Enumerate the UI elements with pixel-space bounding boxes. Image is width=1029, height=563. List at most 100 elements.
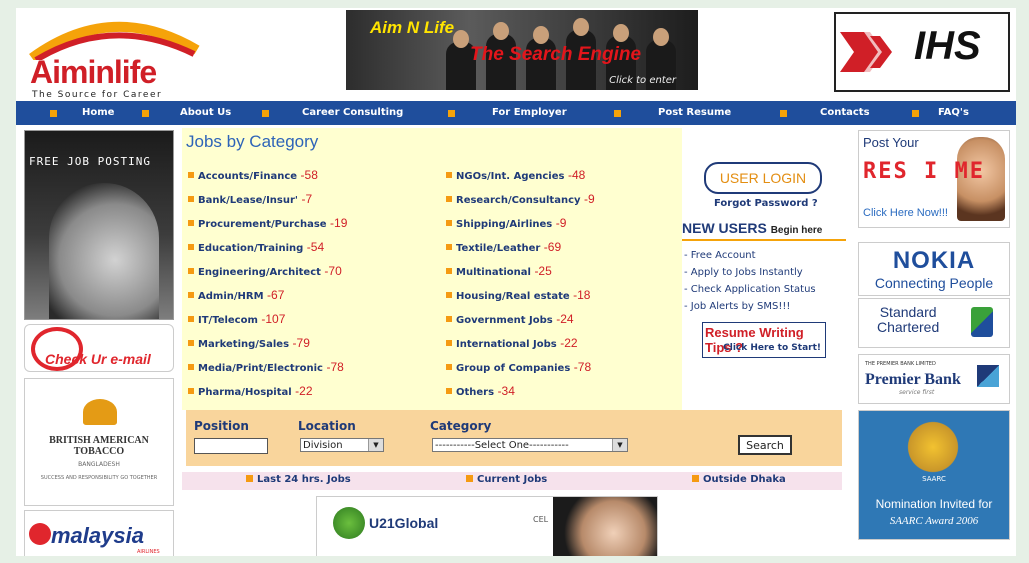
outside-dhaka-link[interactable]: Outside Dhaka (692, 474, 786, 485)
category-link[interactable]: Education/Training -54 (188, 240, 324, 254)
category-link[interactable]: IT/Telecom -107 (188, 312, 285, 326)
category-label: Category (430, 419, 492, 433)
category-select[interactable]: -----------Select One----------- ▼ (432, 438, 628, 452)
bat-ad[interactable]: BRITISH AMERICAN TOBACCO BANGLADESH SUCC… (24, 378, 174, 506)
banner-head (613, 24, 629, 42)
logo-tagline: The Source for Career (32, 90, 163, 100)
premier-bank-ad[interactable]: THE PREMIER BANK LIMITED Premier Bank se… (858, 354, 1010, 404)
nav-bullet-icon (780, 110, 787, 117)
bullet-icon (188, 292, 194, 298)
category-link[interactable]: NGOs/Int. Agencies -48 (446, 168, 585, 182)
category-link[interactable]: Engineering/Architect -70 (188, 264, 342, 278)
position-input[interactable] (194, 438, 268, 454)
category-count: -70 (324, 264, 342, 278)
category-count: -19 (330, 216, 348, 230)
bullet-icon (446, 172, 452, 178)
bullet-icon (188, 268, 194, 274)
bullet-icon (446, 388, 452, 394)
new-user-item[interactable]: - Apply to Jobs Instantly (684, 267, 803, 278)
nav-bullet-icon (142, 110, 149, 117)
left-column: FREE JOB POSTING Check Ur e-mail BRITISH… (24, 130, 174, 556)
category-name: Engineering/Architect (198, 267, 321, 278)
premier-bank-text: Premier Bank (865, 371, 961, 388)
dropdown-arrow-icon: ▼ (612, 439, 627, 451)
globe-icon (333, 507, 365, 539)
search-button[interactable]: Search (738, 435, 792, 455)
category-link[interactable]: Government Jobs -24 (446, 312, 574, 326)
nav-contacts[interactable]: Contacts (820, 101, 870, 125)
free-job-posting-ad[interactable]: FREE JOB POSTING (24, 130, 174, 320)
dropdown-arrow-icon: ▼ (368, 439, 383, 451)
category-count: -78 (326, 360, 344, 374)
current-jobs-link[interactable]: Current Jobs (466, 474, 547, 485)
bullet-icon (446, 340, 452, 346)
category-count: -79 (292, 336, 310, 350)
search-engine-banner[interactable]: Aim N Life The Search Engine Click to en… (346, 10, 698, 90)
quick-link-label: Last 24 hrs. Jobs (257, 474, 351, 485)
u21global-text: U21Global (369, 515, 439, 531)
position-label: Position (194, 419, 249, 433)
new-users-label: NEW USERS (682, 220, 767, 236)
bullet-icon (692, 475, 699, 482)
category-link[interactable]: Procurement/Purchase -19 (188, 216, 347, 230)
malaysia-airlines-ad[interactable]: malaysia AIRLINES (24, 510, 174, 556)
category-link[interactable]: Group of Companies -78 (446, 360, 591, 374)
bullet-icon (446, 196, 452, 202)
new-user-item[interactable]: - Check Application Status (684, 284, 816, 295)
category-link[interactable]: Bank/Lease/Insur' -7 (188, 192, 312, 206)
new-user-item[interactable]: - Free Account (684, 250, 756, 261)
nokia-ad[interactable]: NOKIA Connecting People (858, 242, 1010, 296)
nav-bullet-icon (448, 110, 455, 117)
malaysia-text: malaysia (51, 523, 144, 548)
category-count: -54 (306, 240, 325, 254)
bullet-icon (188, 316, 194, 322)
nav-post-resume[interactable]: Post Resume (658, 101, 731, 125)
premier-bank-small-text: THE PREMIER BANK LIMITED (865, 361, 936, 367)
bullet-icon (188, 364, 194, 370)
category-link[interactable]: Media/Print/Electronic -78 (188, 360, 344, 374)
category-link[interactable]: Housing/Real estate -18 (446, 288, 590, 302)
nav-home[interactable]: Home (82, 101, 114, 125)
jobs-by-category: Jobs by Category Accounts/Finance -58 Ba… (182, 128, 682, 410)
post-resume-ad[interactable]: Post Your RES I ME Click Here Now!!! (858, 130, 1010, 228)
ihs-text: IHS (914, 24, 981, 68)
quick-link-label: Current Jobs (477, 474, 548, 485)
bullet-icon (446, 316, 452, 322)
ihs-ad[interactable]: IHS (834, 12, 1010, 92)
banner-title: Aim N Life (370, 18, 455, 37)
new-user-item[interactable]: - Job Alerts by SMS!!! (684, 301, 790, 312)
nav-for-employer[interactable]: For Employer (492, 101, 567, 125)
resume-tips-click: Click Here to Start! (723, 343, 821, 353)
nav-about-us[interactable]: About Us (180, 101, 231, 125)
last-24-hrs-jobs-link[interactable]: Last 24 hrs. Jobs (246, 474, 351, 485)
category-link[interactable]: Others -34 (446, 384, 515, 398)
free-job-posting-text: FREE JOB POSTING (29, 155, 151, 168)
aiminlife-logo[interactable]: Aiminlife The Source for Career (22, 10, 202, 100)
bullet-icon (446, 364, 452, 370)
bullet-icon (446, 292, 452, 298)
saarc-award-ad[interactable]: SAARC Nomination Invited for SAARC Award… (858, 410, 1010, 540)
bat-subtitle: BANGLADESH (78, 461, 120, 468)
category-link[interactable]: Marketing/Sales -79 (188, 336, 310, 350)
check-email-button[interactable]: Check Ur e-mail (24, 324, 174, 372)
standard-chartered-ad[interactable]: Standard Chartered (858, 298, 1010, 348)
category-link[interactable]: Shipping/Airlines -9 (446, 216, 566, 230)
category-link[interactable]: Textile/Leather -69 (446, 240, 561, 254)
category-name: Marketing/Sales (198, 339, 290, 350)
forgot-password-link[interactable]: Forgot Password ? (714, 198, 818, 209)
category-link[interactable]: Accounts/Finance -58 (188, 168, 318, 182)
category-link[interactable]: Admin/HRM -67 (188, 288, 284, 302)
nav-faqs[interactable]: FAQ's (938, 101, 969, 125)
u21global-ad[interactable]: U21Global CEL (316, 496, 658, 556)
category-link[interactable]: International Jobs -22 (446, 336, 578, 350)
category-name: Admin/HRM (198, 291, 264, 302)
nav-bullet-icon (50, 110, 57, 117)
category-name: NGOs/Int. Agencies (456, 171, 565, 182)
category-link[interactable]: Research/Consultancy -9 (446, 192, 595, 206)
location-select[interactable]: Division ▼ (300, 438, 384, 452)
category-link[interactable]: Pharma/Hospital -22 (188, 384, 313, 398)
nav-career-consulting[interactable]: Career Consulting (302, 101, 403, 125)
resume-writing-tips-button[interactable]: Resume Writing Tips ? Click Here to Star… (702, 322, 826, 358)
category-link[interactable]: Multinational -25 (446, 264, 552, 278)
user-login-button[interactable]: USER LOGIN (704, 162, 822, 194)
